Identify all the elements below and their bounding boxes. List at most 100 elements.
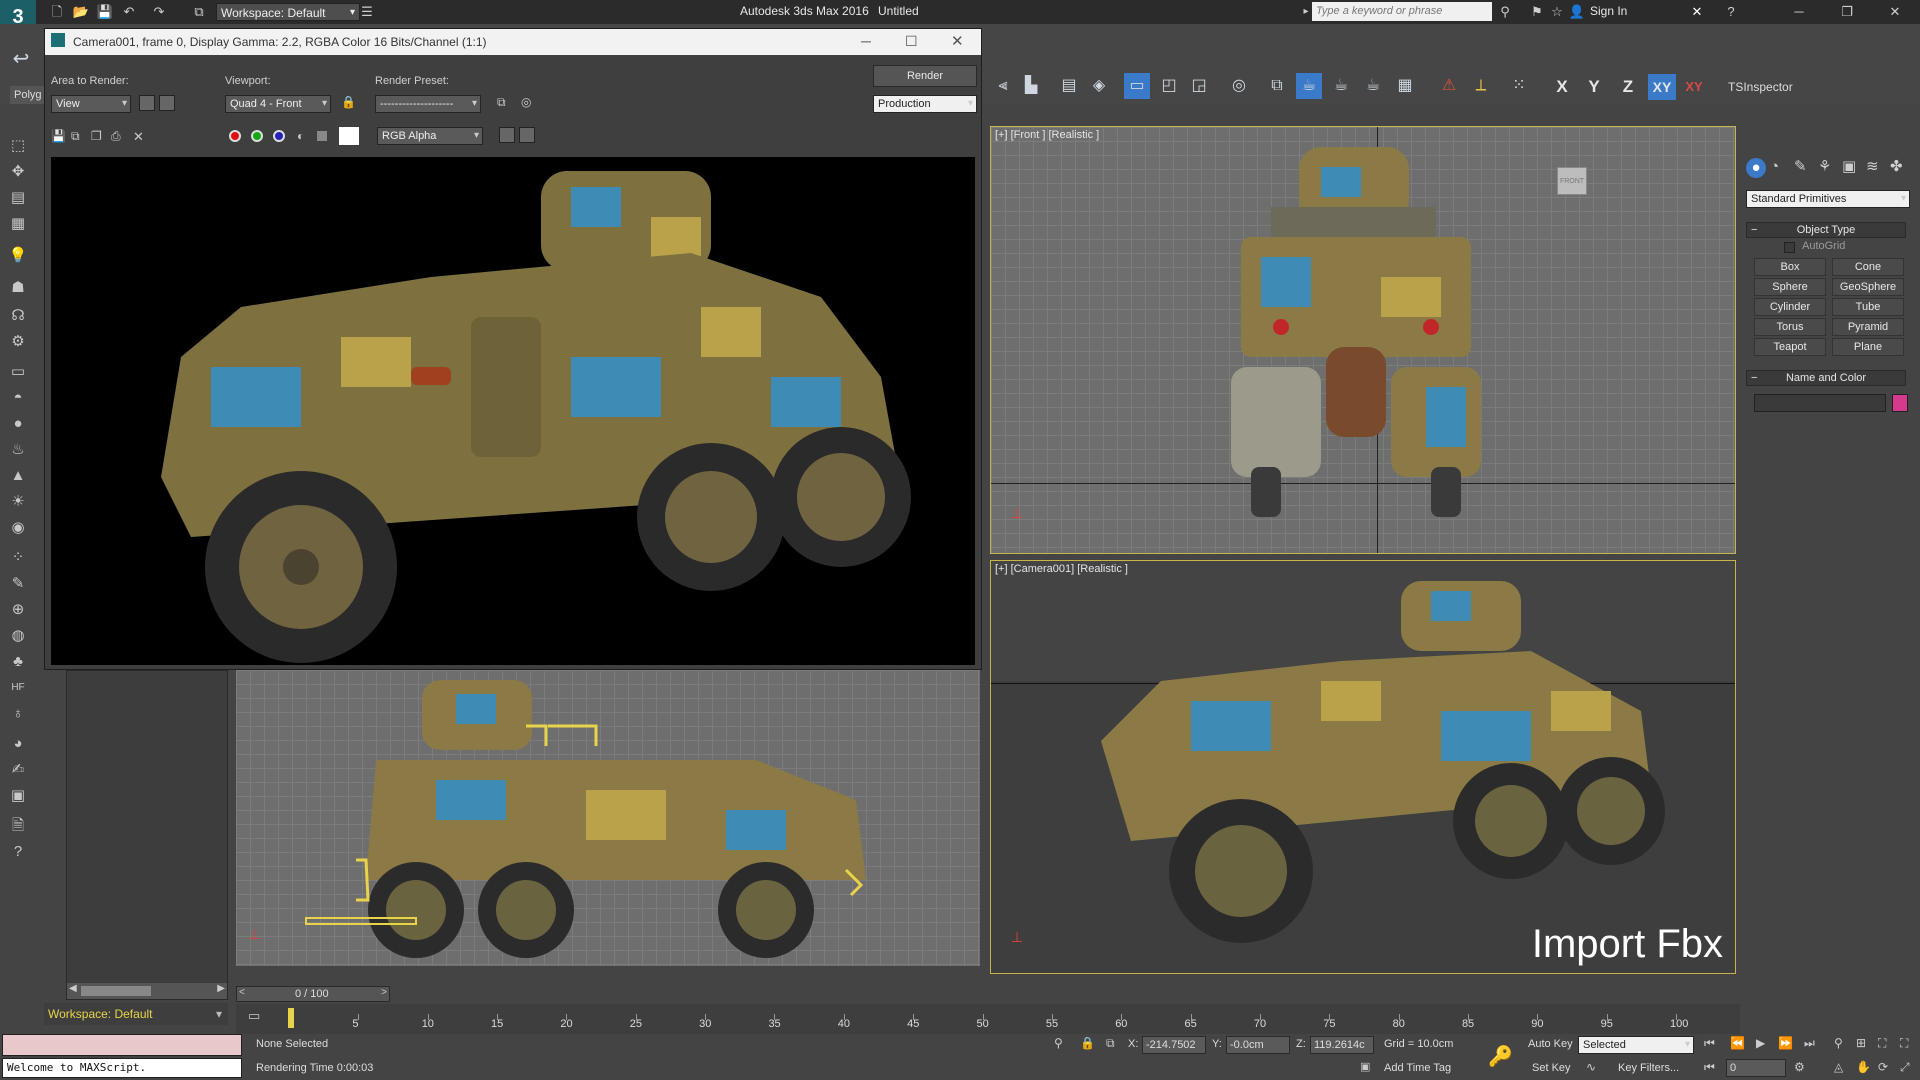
script-editor-icon[interactable]: ✍ [6, 758, 30, 782]
time-tag-icon[interactable]: ▣ [1360, 1060, 1370, 1073]
name-and-color-rollout[interactable]: − Name and Color [1746, 370, 1906, 386]
open-icon[interactable]: 📂 [72, 3, 90, 21]
scroll-thumb[interactable] [81, 986, 151, 996]
maxscript-listener-input[interactable] [2, 1034, 242, 1056]
ribbon-tab-polygon[interactable]: Polyg [10, 86, 46, 104]
scroll-right-icon[interactable]: ▶ [217, 983, 225, 994]
tube-button[interactable]: Tube [1832, 298, 1904, 316]
cone-button[interactable]: Cone [1832, 258, 1904, 276]
list-icon[interactable]: ▤ [6, 186, 30, 210]
render-button[interactable]: Render [873, 65, 977, 87]
production-dropdown[interactable]: Production [873, 95, 977, 113]
robot-icon[interactable]: ⚙ [6, 330, 30, 354]
snap-icon[interactable]: ⁙ [1506, 73, 1532, 99]
isolate-icon[interactable]: ⚲ [1054, 1036, 1063, 1050]
viewport-front-label[interactable]: [+] [Front ] [Realistic ] [995, 129, 1099, 141]
biped-icon[interactable]: ☊ [6, 304, 30, 328]
frame-window-titlebar[interactable]: Camera001, frame 0, Display Gamma: 2.2, … [45, 29, 981, 55]
axis-xy-cycle-button[interactable]: XY [1680, 74, 1708, 100]
viewport-dropdown[interactable]: Quad 4 - Front [225, 95, 331, 113]
sphere-icon[interactable]: ● [6, 412, 30, 436]
workspace-menu-icon[interactable]: ☰ [360, 3, 374, 21]
add-time-tag-button[interactable]: Add Time Tag [1384, 1062, 1451, 1074]
autogrid-checkbox[interactable] [1784, 242, 1795, 253]
cameras-icon[interactable]: ⚘ [1818, 156, 1831, 178]
torus-button[interactable]: Torus [1754, 318, 1826, 336]
help-icon[interactable]: ? [1722, 3, 1740, 21]
sign-in-link[interactable]: Sign In [1590, 4, 1627, 18]
lights-icon[interactable]: ✎ [1794, 156, 1807, 178]
render-iterative-icon[interactable]: ☕ [1360, 73, 1386, 99]
compass-icon[interactable]: ⊕ [6, 598, 30, 622]
prev-frame-arrow-icon[interactable]: < [239, 987, 245, 998]
copy-image-icon[interactable]: ⧉ [71, 129, 80, 144]
primitive-type-dropdown[interactable]: Standard Primitives [1746, 190, 1910, 208]
favorites-star-icon[interactable]: ☆ [1548, 3, 1566, 21]
object-type-rollout[interactable]: − Object Type [1746, 222, 1906, 238]
cone-icon[interactable]: ◓ [6, 386, 30, 410]
x-coord-field[interactable]: -214.7502 [1142, 1036, 1206, 1054]
render-setup-small-icon[interactable]: ⧉ [497, 95, 506, 110]
z-coord-field[interactable]: 119.2614c [1310, 1036, 1374, 1054]
sun-icon[interactable]: ☀ [6, 490, 30, 514]
redo-icon[interactable]: ↷ [150, 3, 168, 21]
auto-region-icon[interactable] [159, 95, 175, 111]
sphere-button[interactable]: Sphere [1754, 278, 1826, 296]
undo-icon[interactable]: ↶ [120, 3, 138, 21]
save-icon[interactable]: 💾 [96, 3, 114, 21]
shapes-icon[interactable]: ◔ [1770, 156, 1779, 178]
exchange-icon[interactable]: ✕ [1688, 3, 1706, 21]
scale-icon[interactable]: ⟂ [1468, 73, 1494, 99]
render-production-icon[interactable]: ☕ [1328, 73, 1354, 99]
geometry-icon[interactable]: ● [1746, 158, 1766, 178]
zoom-all-icon[interactable]: ⊞ [1856, 1036, 1866, 1050]
red-channel-icon[interactable] [229, 130, 241, 142]
communication-icon[interactable]: ⚑ [1528, 3, 1546, 21]
viewport-layout-icon[interactable]: ▣ [6, 784, 30, 808]
orbit-icon[interactable]: ⟳ [1878, 1060, 1888, 1074]
toggle-ui-overlay-icon[interactable] [499, 127, 515, 143]
render-preset-dropdown[interactable]: -------------------- [375, 95, 481, 113]
scene-explorer-icon[interactable]: ◈ [1086, 73, 1112, 99]
teapot-icon[interactable]: ♨ [6, 438, 30, 462]
key-filters-button[interactable]: Key Filters... [1618, 1062, 1679, 1074]
current-frame-field[interactable]: 0 [1726, 1059, 1786, 1077]
pan-icon[interactable]: ✋ [1856, 1060, 1871, 1074]
axis-y-button[interactable]: Y [1580, 74, 1608, 100]
search-expand-icon[interactable]: ▸ [1300, 3, 1312, 21]
disc-icon[interactable]: ◉ [6, 516, 30, 540]
viewport-left[interactable]: ⊥ [236, 670, 980, 966]
viewport-front[interactable]: [+] [Front ] [Realistic ] FRONT ⊥ [990, 126, 1736, 554]
viewport-camera-label[interactable]: [+] [Camera001] [Realistic ] [995, 563, 1128, 575]
paint-icon[interactable]: ✎ [6, 572, 30, 596]
swatch-icon[interactable] [339, 127, 359, 145]
box-button[interactable]: Box [1754, 258, 1826, 276]
workspace-dropdown[interactable]: Workspace: Default ▾ [216, 3, 360, 21]
particles-icon[interactable]: ⁘ [6, 546, 30, 570]
channel-display-dropdown[interactable]: RGB Alpha [377, 127, 483, 145]
mirror-icon[interactable]: ⫷ [990, 73, 1016, 99]
workspace-footer[interactable]: Workspace: Default ▾ [44, 1003, 228, 1025]
frame-minimize-icon[interactable]: ─ [861, 33, 871, 49]
render-setup-icon[interactable]: ⧉ [1264, 73, 1290, 99]
project-folder-icon[interactable]: ⧉ [190, 3, 208, 21]
zoom-icon[interactable]: ⚲ [1834, 1036, 1843, 1050]
clone-window-icon[interactable]: ❐ [91, 129, 102, 143]
axis-xy-button[interactable]: XY [1648, 74, 1676, 100]
pyramid-icon[interactable]: ▲ [6, 464, 30, 488]
light-bulb-icon[interactable]: 💡 [6, 244, 30, 268]
box-icon[interactable]: ▭ [6, 360, 30, 384]
blue-channel-icon[interactable] [273, 130, 285, 142]
character-icon[interactable]: ☗ [6, 276, 30, 300]
render-online-icon[interactable]: ▦ [1392, 73, 1418, 99]
move-icon[interactable]: ✥ [6, 160, 30, 184]
tsinspector-button[interactable]: TSInspector [1728, 80, 1793, 94]
user-icon[interactable]: 👤 [1568, 3, 1586, 21]
rendered-frame-window-icon[interactable]: ☕ [1296, 73, 1322, 99]
environment-icon[interactable]: ◎ [521, 95, 531, 109]
scroll-left-icon[interactable]: ◀ [69, 983, 77, 994]
layer-manager-icon[interactable]: ▤ [1056, 73, 1082, 99]
explorer-scrollbar[interactable]: ◀ ▶ [67, 983, 227, 999]
align-icon[interactable]: ▙ [1018, 73, 1044, 99]
set-key-button[interactable]: Set Key [1532, 1062, 1571, 1074]
